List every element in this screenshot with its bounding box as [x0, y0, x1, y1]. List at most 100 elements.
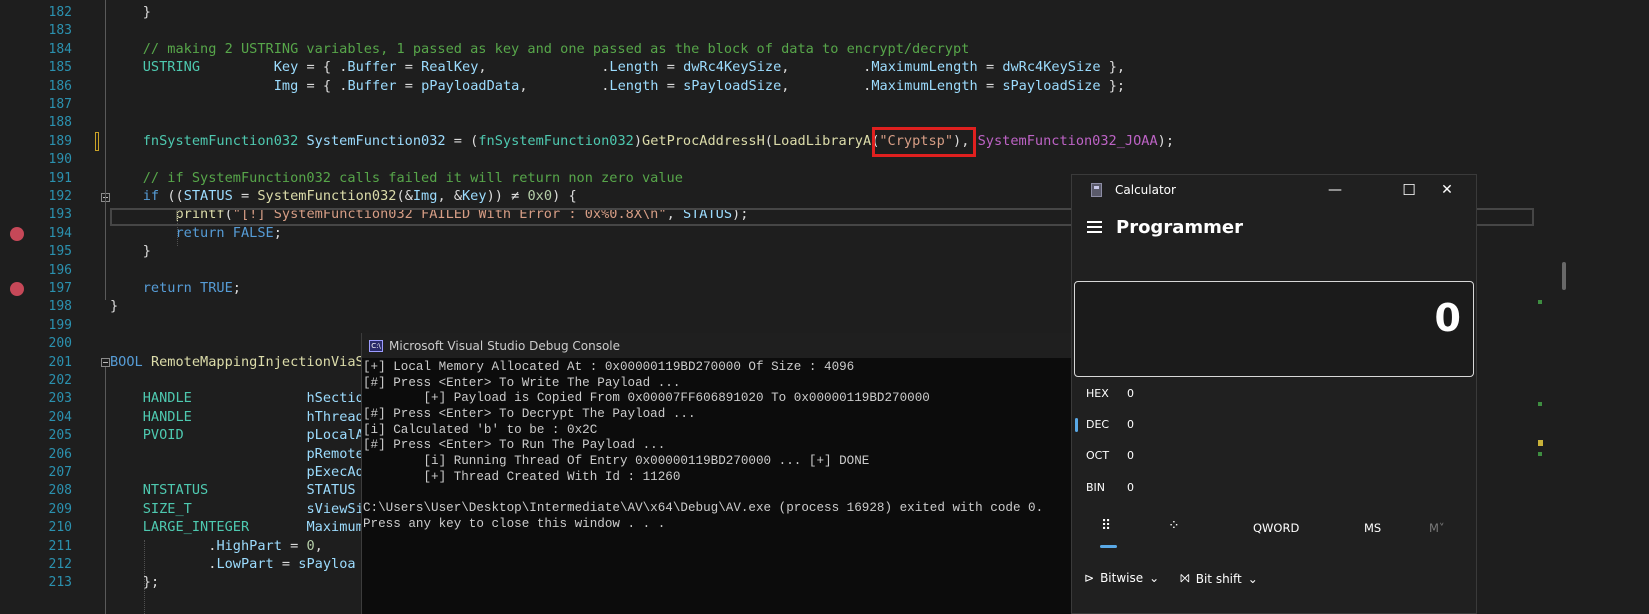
code-line[interactable]: USTRING Key = { .Buffer = RealKey, .Leng…: [110, 58, 1125, 77]
radix-label: HEX: [1086, 387, 1109, 400]
memory-store-button[interactable]: MS: [1364, 521, 1381, 535]
mode-header: Programmer: [1072, 205, 1476, 249]
highlight-box-cryptsp: [872, 127, 976, 157]
mode-title: Programmer: [1116, 216, 1243, 238]
line-number: 209: [48, 501, 72, 517]
line-number: 205: [48, 428, 72, 444]
fold-toggle-201[interactable]: [101, 358, 110, 367]
radix-bin[interactable]: BIN 0: [1086, 480, 1134, 496]
calculator-display[interactable]: 0: [1074, 281, 1474, 377]
code-line[interactable]: };: [110, 573, 159, 592]
full-keypad-icon[interactable]: ⠿: [1101, 518, 1111, 534]
code-line[interactable]: if ((STATUS = SystemFunction032(&Img, &K…: [110, 187, 577, 206]
radix-label: DEC: [1086, 418, 1110, 431]
console-line: [+] Payload is Copied From 0x00007FF6068…: [363, 391, 930, 406]
code-line[interactable]: pExecAd: [110, 463, 364, 482]
code-line[interactable]: HANDLE hSection: [110, 389, 372, 408]
line-number: 203: [48, 391, 72, 407]
line-number: 207: [48, 465, 72, 480]
radix-value: 0: [1127, 449, 1134, 462]
line-number: 204: [48, 409, 72, 425]
radix-value: 0: [1127, 387, 1134, 400]
line-number: 190: [48, 152, 72, 168]
change-marker: [1538, 452, 1542, 456]
calculator-window[interactable]: Calculator — ☐ ✕ Programmer 0 HEX 0 DEC …: [1071, 174, 1477, 614]
selected-radix-indicator: [1075, 418, 1078, 432]
bitshift-dropdown[interactable]: ⨝ Bit shift ⌄: [1180, 571, 1258, 586]
code-line[interactable]: LARGE_INTEGER Maximum: [110, 518, 364, 537]
line-number: 188: [48, 115, 72, 131]
code-line[interactable]: }: [110, 242, 151, 261]
line-number: 192: [48, 189, 72, 204]
code-line[interactable]: // making 2 USTRING variables, 1 passed …: [110, 40, 970, 59]
code-line[interactable]: .LowPart = sPayloa: [110, 555, 355, 574]
fold-guide-upper: [105, 0, 106, 300]
calculator-titlebar[interactable]: Calculator — ☐ ✕: [1072, 175, 1476, 205]
code-line[interactable]: return TRUE;: [110, 279, 241, 298]
line-number: 194: [48, 225, 72, 241]
radix-value: 0: [1127, 481, 1134, 494]
line-number: 189: [48, 133, 72, 149]
code-line[interactable]: }: [110, 297, 118, 316]
radix-value: 0: [1127, 418, 1134, 431]
line-number: 186: [48, 78, 72, 94]
line-number: 195: [48, 244, 72, 260]
line-number: 206: [48, 446, 72, 462]
console-line: [#] Press <Enter> To Run The Payload ...: [363, 438, 666, 453]
menu-icon[interactable]: [1087, 221, 1102, 233]
minimize-icon[interactable]: —: [1325, 181, 1345, 199]
code-line[interactable]: Img = { .Buffer = pPayloadData, .Length …: [110, 77, 1125, 96]
keypad-selected-indicator: [1100, 545, 1117, 548]
line-number: 199: [48, 317, 72, 333]
code-line[interactable]: SIZE_T sViewSi: [110, 500, 364, 519]
bitshift-icon: ⨝: [1180, 571, 1190, 585]
chevron-down-icon: ⌄: [1247, 571, 1258, 586]
console-title: Microsoft Visual Studio Debug Console: [389, 338, 621, 353]
console-line: [#] Press <Enter> To Decrypt The Payload…: [363, 407, 696, 422]
scrollbar-thumb[interactable]: [1562, 262, 1566, 290]
breakpoint-194[interactable]: [10, 227, 24, 241]
code-line[interactable]: HANDLE hThread: [110, 408, 364, 427]
bitwise-icon: ⊳: [1084, 571, 1095, 585]
calculator-toolbar: ⠿ ⁘ QWORD MS M˅: [1072, 513, 1476, 548]
line-number: 185: [48, 60, 72, 76]
bit-toggle-keypad-icon[interactable]: ⁘: [1168, 518, 1180, 534]
code-line[interactable]: .HighPart = 0,: [110, 537, 323, 556]
line-number: 211: [48, 538, 72, 554]
word-size-button[interactable]: QWORD: [1253, 521, 1299, 535]
line-number: 202: [48, 373, 72, 388]
radix-hex[interactable]: HEX 0: [1086, 386, 1134, 402]
code-line[interactable]: pRemote: [110, 445, 364, 464]
radix-dec[interactable]: DEC 0: [1086, 417, 1134, 433]
line-number: 198: [48, 299, 72, 315]
line-number: 197: [48, 281, 72, 296]
console-line: [+] Local Memory Allocated At : 0x000001…: [363, 360, 855, 374]
radix-label: BIN: [1086, 481, 1106, 494]
bitshift-label: Bit shift: [1195, 571, 1242, 586]
debug-console-window[interactable]: C:\ Microsoft Visual Studio Debug Consol…: [361, 333, 1072, 614]
code-line[interactable]: PVOID pLocalA: [110, 426, 364, 445]
memory-view-button[interactable]: M˅: [1429, 521, 1445, 535]
console-output[interactable]: [+] Local Memory Allocated At : 0x000001…: [362, 358, 1072, 533]
close-icon[interactable]: ✕: [1437, 181, 1457, 199]
console-line: [i] Calculated 'b' to be : 0x2C: [363, 422, 598, 437]
calculator-bottom-bar: ⊳ Bitwise ⌄ ⨝ Bit shift ⌄: [1072, 563, 1476, 593]
vertical-scrollbar[interactable]: [1556, 0, 1568, 614]
fold-guide-lower: [105, 367, 106, 614]
indent-guide: [144, 540, 145, 614]
calculator-title: Calculator: [1115, 183, 1176, 197]
fold-guide-if: [105, 202, 106, 253]
console-line: [#] Press <Enter> To Write The Payload .…: [363, 375, 681, 390]
code-line[interactable]: }: [110, 3, 151, 22]
radix-oct[interactable]: OCT 0: [1086, 448, 1134, 464]
breakpoint-197[interactable]: [10, 282, 24, 296]
bitwise-dropdown[interactable]: ⊳ Bitwise ⌄: [1084, 571, 1159, 585]
code-line[interactable]: return FALSE;: [110, 224, 282, 243]
maximize-icon[interactable]: ☐: [1399, 181, 1419, 199]
code-line[interactable]: NTSTATUS STATUS: [110, 481, 356, 500]
console-line: [i] Running Thread Of Entry 0x00000119BD…: [363, 454, 870, 469]
code-line[interactable]: fnSystemFunction032 SystemFunction032 = …: [110, 132, 1174, 151]
code-line[interactable]: // if SystemFunction032 calls failed it …: [110, 169, 683, 188]
console-titlebar[interactable]: C:\ Microsoft Visual Studio Debug Consol…: [362, 333, 1072, 358]
